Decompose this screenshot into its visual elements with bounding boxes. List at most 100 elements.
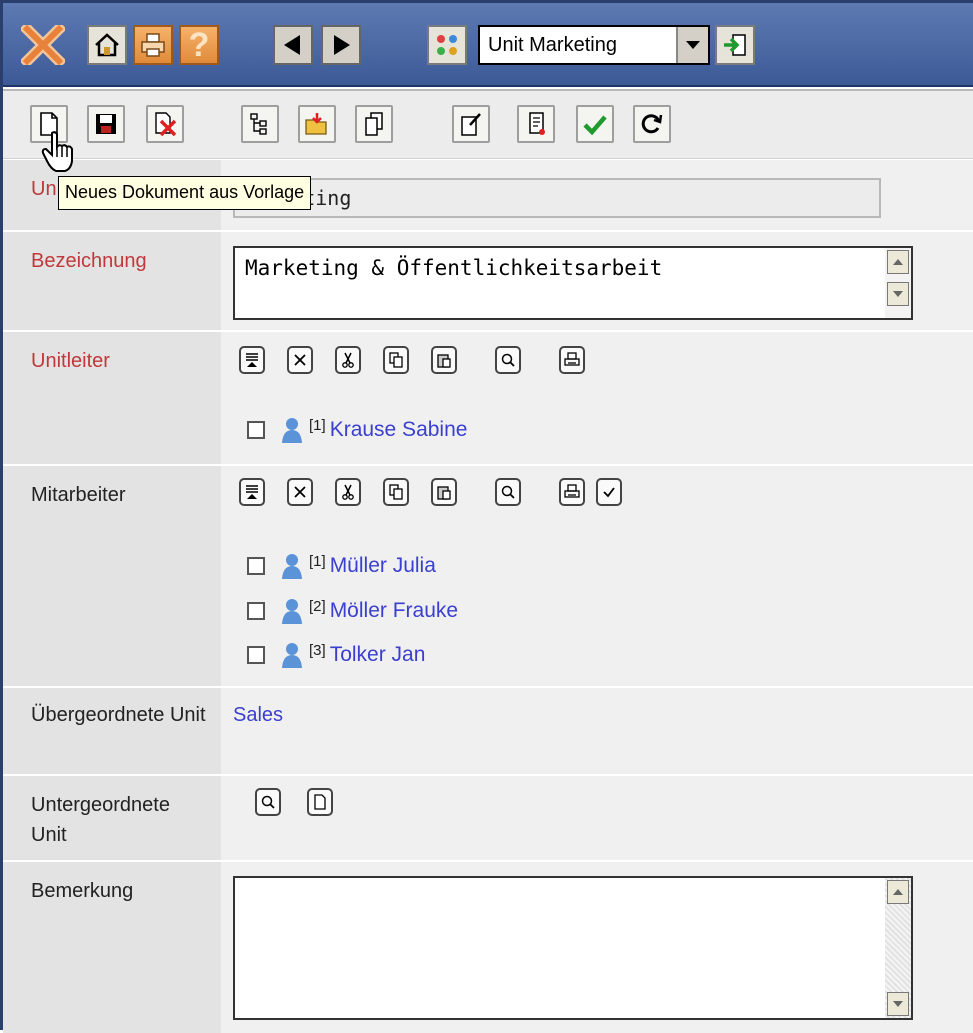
home-button[interactable]: [87, 25, 127, 65]
person-checkbox[interactable]: [247, 421, 265, 439]
bezeichnung-textarea[interactable]: Marketing & Öffentlichkeitsarbeit: [233, 246, 913, 320]
scroll-up-button[interactable]: [887, 250, 909, 274]
mitarbeiter-select-button[interactable]: [239, 478, 265, 506]
remove-icon: [294, 354, 306, 366]
print-icon: [564, 352, 580, 366]
person-icon: [282, 599, 302, 624]
delete-button[interactable]: [146, 105, 184, 143]
mitarbeiter-search-button[interactable]: [495, 478, 521, 506]
bemerkung-scrollbar[interactable]: [885, 878, 911, 1018]
bezeichnung-scrollbar[interactable]: [885, 248, 911, 318]
scroll-down-button[interactable]: [887, 992, 909, 1016]
bezeichnung-value-cell: Marketing & Öffentlichkeitsarbeit: [221, 232, 973, 330]
bemerkung-label: Bemerkung: [3, 862, 221, 1033]
scroll-down-button[interactable]: [887, 282, 909, 306]
unit-field: Marketing: [233, 178, 881, 218]
row-unitleiter: Unitleiter [1] Krause Sabine: [3, 332, 973, 466]
person-icon: [282, 643, 302, 668]
unitleiter-cut-button[interactable]: [335, 346, 361, 374]
list-select-icon: [246, 353, 258, 367]
row-mitarbeiter: Mitarbeiter [1] Müller Julia [2] Möller …: [3, 466, 973, 688]
row-uebergeordnete-unit: Übergeordnete Unit Sales: [3, 688, 973, 776]
properties-icon: [461, 113, 481, 136]
person-name-link[interactable]: Möller Frauke: [330, 599, 458, 623]
refresh-button[interactable]: [633, 105, 671, 143]
log-button[interactable]: [517, 105, 555, 143]
unit-select-value: Unit Marketing: [488, 33, 617, 56]
forward-button[interactable]: [321, 25, 361, 65]
person-index: [3]: [309, 642, 326, 659]
untergeordnete-unit-label-text: Untergeordnete Unit: [31, 794, 170, 846]
check-icon: [583, 115, 607, 136]
person-checkbox[interactable]: [247, 646, 265, 664]
confirm-button[interactable]: [576, 105, 614, 143]
remove-icon: [294, 486, 306, 498]
unitleiter-copy-button[interactable]: [383, 346, 409, 374]
unitleiter-search-button[interactable]: [495, 346, 521, 374]
document-toolbar: [3, 89, 973, 159]
print-button[interactable]: [133, 25, 173, 65]
close-button[interactable]: [15, 23, 71, 67]
close-icon: [21, 25, 65, 65]
search-icon: [501, 353, 515, 367]
row-bezeichnung: Bezeichnung Marketing & Öffentlichkeitsa…: [3, 232, 973, 332]
unitleiter-remove-button[interactable]: [287, 346, 313, 374]
open-folder-button[interactable]: [298, 105, 336, 143]
refresh-icon: [641, 114, 663, 134]
mitarbeiter-check-button[interactable]: [596, 478, 622, 506]
units-button[interactable]: [427, 25, 467, 65]
unit-form: Unit Marketing Bezeichnung Marketing & Ö…: [3, 160, 973, 1033]
unitleiter-paste-button[interactable]: [431, 346, 457, 374]
mitarbeiter-remove-button[interactable]: [287, 478, 313, 506]
person-name-link[interactable]: Tolker Jan: [330, 643, 426, 667]
delete-icon: [155, 112, 177, 137]
window-frame: ? Unit Marketing Unit Bezeichnung Market…: [0, 0, 973, 1033]
unitleiter-value-cell: [1] Krause Sabine: [221, 332, 973, 464]
person-name-link[interactable]: Müller Julia: [330, 554, 436, 578]
help-button[interactable]: ?: [179, 25, 219, 65]
mitarbeiter-label: Mitarbeiter: [3, 466, 221, 686]
child-unit-new-button[interactable]: [307, 788, 333, 816]
mitarbeiter-print-button[interactable]: [559, 478, 585, 506]
copy-document-icon: [365, 112, 383, 136]
open-folder-icon: [305, 113, 327, 135]
save-button[interactable]: [87, 105, 125, 143]
mitarbeiter-copy-button[interactable]: [383, 478, 409, 506]
unit-select-dropdown-button[interactable]: [676, 27, 708, 63]
bezeichnung-text: Marketing & Öffentlichkeitsarbeit: [245, 256, 663, 280]
untergeordnete-unit-label: Untergeordnete Unit: [3, 776, 221, 860]
unitleiter-print-button[interactable]: [559, 346, 585, 374]
hand-cursor-icon: [41, 131, 73, 172]
scroll-up-icon: [893, 889, 903, 895]
mitarbeiter-cut-button[interactable]: [335, 478, 361, 506]
top-navigation-bar: ? Unit Marketing: [3, 3, 973, 87]
person-index: [1]: [309, 553, 326, 570]
mitarbeiter-value-cell: [1] Müller Julia [2] Möller Frauke [3] T…: [221, 466, 973, 686]
scroll-up-button[interactable]: [887, 880, 909, 904]
untergeordnete-unit-value-cell: [221, 776, 973, 860]
bemerkung-textarea[interactable]: [233, 876, 913, 1020]
person-index: [2]: [309, 598, 326, 615]
go-button[interactable]: [715, 25, 755, 65]
tooltip-new-document-from-template: Neues Dokument aus Vorlage: [58, 176, 312, 210]
person-name-link[interactable]: Krause Sabine: [330, 418, 468, 442]
tree-view-button[interactable]: [241, 105, 279, 143]
unitleiter-label: Unitleiter: [3, 332, 221, 464]
person-checkbox[interactable]: [247, 557, 265, 575]
unitleiter-select-button[interactable]: [239, 346, 265, 374]
unit-select[interactable]: Unit Marketing: [478, 25, 710, 65]
mitarbeiter-paste-button[interactable]: [431, 478, 457, 506]
back-button[interactable]: [273, 25, 313, 65]
forward-arrow-icon: [334, 35, 350, 55]
scroll-down-icon: [893, 291, 903, 297]
properties-button[interactable]: [452, 105, 490, 143]
paste-icon: [437, 354, 451, 368]
help-icon: ?: [188, 26, 210, 64]
copy-document-button[interactable]: [355, 105, 393, 143]
person-checkbox[interactable]: [247, 602, 265, 620]
person-icon: [282, 554, 302, 579]
row-untergeordnete-unit: Untergeordnete Unit: [3, 776, 973, 862]
print-icon: [141, 33, 165, 57]
child-unit-search-button[interactable]: [255, 788, 281, 816]
parent-unit-link[interactable]: Sales: [233, 704, 283, 727]
